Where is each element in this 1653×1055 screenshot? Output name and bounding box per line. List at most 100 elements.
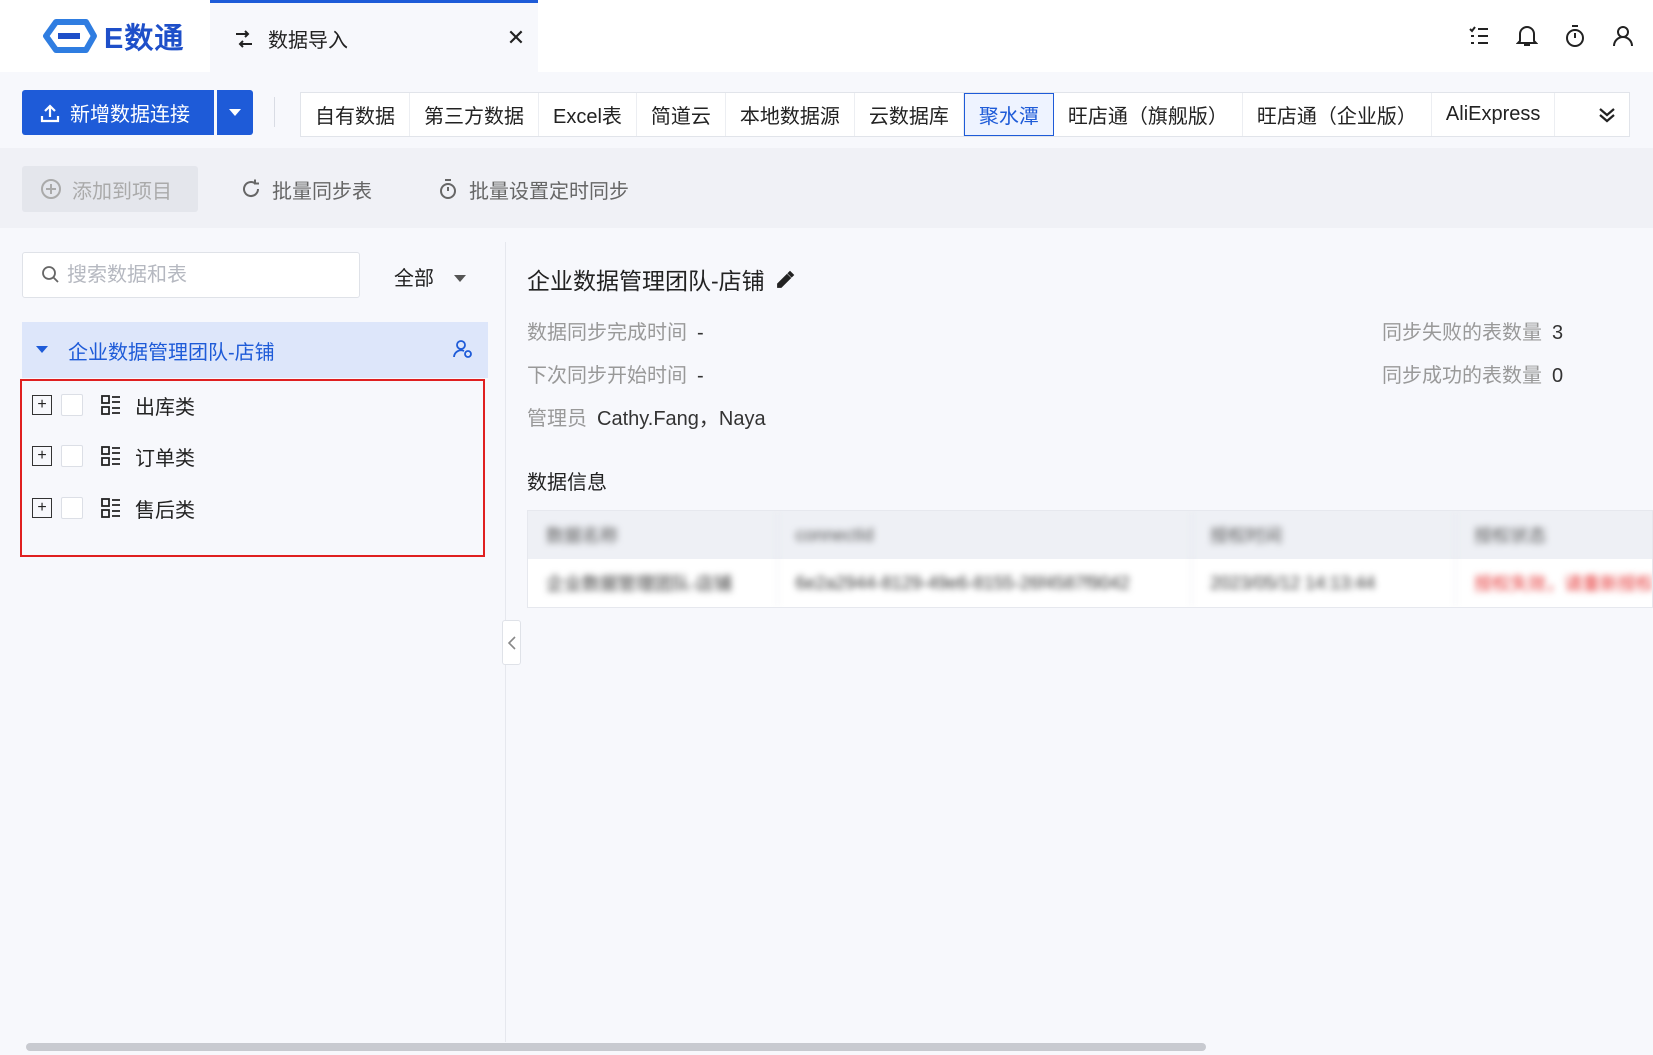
data-info-table: 数据名称 connectId 授权时间 授权状态 企业数据管理团队-店铺 6e2… [527,510,1653,608]
fail-count-info: 同步失败的表数量 3 [1382,316,1563,345]
left-panel: 全部 企业数据管理团队-店铺 + 出库类 + 订单类 + 售后类 [0,240,500,1040]
success-count-label: 同步成功的表数量 [1382,365,1542,387]
new-connection-button[interactable]: 新增数据连接 [22,90,214,135]
add-to-project-label: 添加到项目 [72,180,172,203]
expand-icon[interactable]: + [32,446,52,466]
batch-schedule-button[interactable]: 批量设置定时同步 [437,166,629,212]
source-tab[interactable]: AliExpress [1432,93,1556,136]
caret-down-icon[interactable] [36,346,48,354]
table-cell: 企业数据管理团队-店铺 [528,559,778,607]
source-tab-active[interactable]: 聚水潭 [963,93,1054,136]
top-bar: E数通 数据导入 ✕ [0,0,1653,74]
table-cell: 2023/05/12 14:13:44 [1192,559,1457,607]
node-checkbox[interactable] [61,497,83,519]
new-connection-dropdown-button[interactable] [217,90,253,135]
admin-value: Cathy.Fang，Naya [597,408,766,430]
search-box[interactable] [22,252,360,298]
caret-down-icon [454,274,466,282]
divider [274,97,275,127]
source-tab[interactable]: 第三方数据 [410,93,539,136]
admin-label: 管理员 [527,408,587,430]
expand-icon[interactable]: + [32,498,52,518]
source-tab[interactable]: 云数据库 [855,93,964,136]
admin-info: 管理员 Cathy.Fang，Naya [527,402,766,431]
batch-schedule-label: 批量设置定时同步 [469,180,629,203]
source-tab[interactable]: 旺店通（企业版） [1243,93,1432,136]
table-header: 数据名称 connectId 授权时间 授权状态 [528,511,1652,559]
search-icon [42,266,59,283]
source-tab[interactable]: 自有数据 [301,93,410,136]
next-sync-label: 下次同步开始时间 [527,365,687,387]
source-tab[interactable]: 旺店通（旗舰版） [1054,93,1243,136]
logo-text: E数通 [104,23,185,55]
tab-label: 数据导入 [268,30,348,52]
tree-node[interactable]: + 售后类 [32,493,195,523]
bell-icon[interactable] [1515,22,1539,50]
node-checkbox[interactable] [61,445,83,467]
section-title: 数据信息 [527,472,607,494]
column-header: 授权状态 [1474,526,1547,546]
new-connection-label: 新增数据连接 [70,104,190,126]
user-icon[interactable] [1611,22,1635,50]
table-group-icon [101,498,120,518]
horizontal-scrollbar[interactable] [26,1043,1206,1051]
chevron-left-icon [507,635,516,650]
tree-root-label: 企业数据管理团队-店铺 [68,341,275,364]
tree-node-label: 订单类 [135,447,195,470]
close-icon[interactable]: ✕ [504,25,528,51]
table-row[interactable]: 企业数据管理团队-店铺 6e2a2944-8129-49e6-8155-26f4… [528,559,1652,607]
user-settings-icon[interactable] [452,338,474,360]
refresh-icon [243,179,260,198]
source-tab[interactable]: Excel表 [539,93,637,136]
status-cell: 授权失效，请重新授权 [1474,574,1652,594]
table-group-icon [101,395,120,415]
sync-done-info: 数据同步完成时间 - [527,316,704,345]
fail-count-label: 同步失败的表数量 [1382,322,1542,344]
source-tabs: 自有数据 第三方数据 Excel表 简道云 本地数据源 云数据库 聚水潭 旺店通… [300,92,1630,137]
timer-icon [440,179,456,199]
column-header: 授权时间 [1192,511,1457,559]
node-checkbox[interactable] [61,394,83,416]
expand-icon[interactable]: + [32,395,52,415]
task-list-icon[interactable] [1467,22,1491,50]
action-bar: 添加到项目 批量同步表 批量设置定时同步 [0,148,1653,228]
tree-root-node[interactable]: 企业数据管理团队-店铺 [22,322,488,378]
more-tabs-button[interactable] [1585,93,1629,136]
logo-icon [43,19,97,53]
column-header: 数据名称 [528,511,778,559]
data-import-icon [236,29,252,48]
filter-select[interactable]: 全部 [394,262,466,291]
top-icons [1467,22,1635,50]
filter-value: 全部 [394,268,434,290]
caret-down-icon [229,108,241,116]
batch-sync-button[interactable]: 批量同步表 [240,166,372,212]
collapse-panel-button[interactable] [502,620,521,665]
search-input[interactable] [67,263,337,287]
next-sync-info: 下次同步开始时间 - [527,359,704,388]
batch-sync-label: 批量同步表 [272,180,372,203]
plus-circle-icon [41,179,61,199]
fail-count-value: 3 [1552,322,1564,344]
table-group-icon [101,446,120,466]
timer-icon[interactable] [1563,22,1587,50]
app-logo[interactable]: E数通 [38,16,184,56]
tree-node[interactable]: + 订单类 [32,441,195,471]
edit-icon[interactable] [775,269,795,289]
table-cell: 6e2a2944-8129-49e6-8155-26f4587f9042 [778,559,1193,607]
upload-icon [40,103,60,122]
next-sync-value: - [697,365,704,387]
source-tab[interactable]: 简道云 [637,93,726,136]
tab-data-import[interactable]: 数据导入 ✕ [210,0,538,74]
source-tab[interactable]: 本地数据源 [726,93,855,136]
column-header: connectId [778,511,1193,559]
detail-title-text: 企业数据管理团队-店铺 [527,268,765,294]
success-count-value: 0 [1552,365,1564,387]
tree-node[interactable]: + 出库类 [32,390,195,420]
double-chevron-down-icon [1599,107,1615,122]
detail-title: 企业数据管理团队-店铺 [527,262,795,296]
success-count-info: 同步成功的表数量 0 [1382,359,1563,388]
tree-node-label: 出库类 [135,396,195,419]
sync-done-label: 数据同步完成时间 [527,322,687,344]
add-to-project-button[interactable]: 添加到项目 [22,166,198,212]
highlight-box: + 出库类 + 订单类 + 售后类 [20,379,485,557]
